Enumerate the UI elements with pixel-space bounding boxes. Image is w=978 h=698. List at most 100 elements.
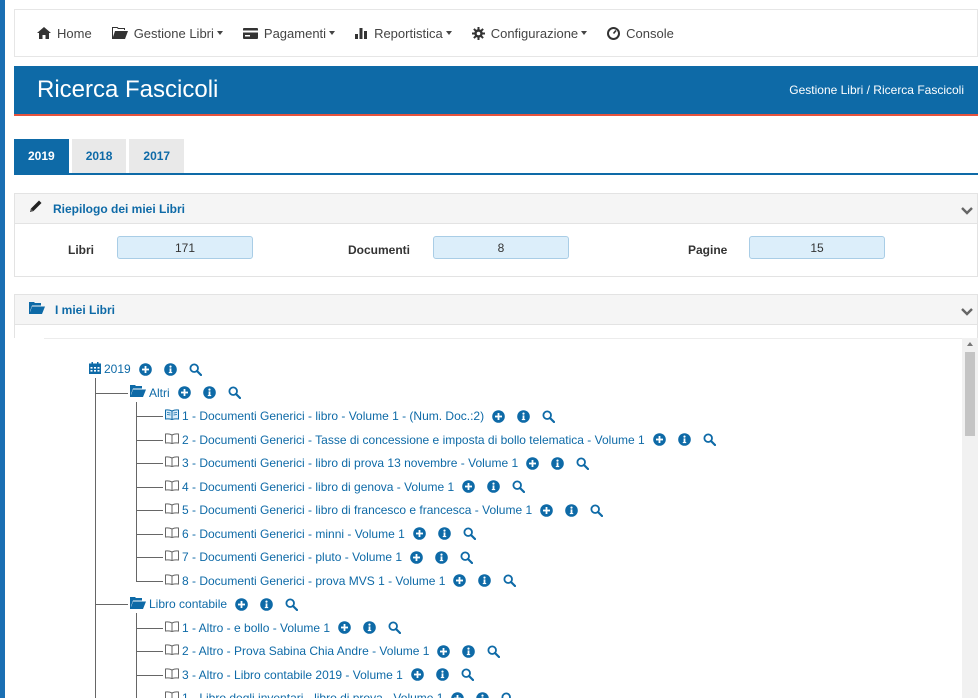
page: Home Gestione Libri Pagamenti Reportisti… [14,0,978,698]
plus-circle-icon[interactable] [540,503,553,517]
tree-node-label: 4 - Documenti Generici - libro di genova… [182,479,455,494]
tree-scrollbar[interactable] [962,338,978,698]
tree-item[interactable]: 1 - Libro degli inventari - libro di pro… [165,689,526,698]
search-icon[interactable] [503,574,517,587]
search-icon[interactable] [512,480,526,493]
books-panel-title: I miei Libri [55,302,116,317]
info-circle-icon[interactable] [260,597,273,611]
plus-circle-icon[interactable] [451,691,465,698]
info-circle-icon[interactable] [478,574,492,587]
search-icon[interactable] [189,362,202,376]
plus-circle-icon[interactable] [410,550,423,564]
tree-connector [136,613,137,698]
nav-reportistica[interactable]: Reportistica [355,26,452,41]
plus-circle-icon[interactable] [410,668,424,681]
info-circle-icon[interactable] [462,644,476,658]
nav-console[interactable]: Console [607,26,674,41]
info-circle-icon[interactable] [363,621,376,634]
tree-item[interactable]: 7 - Documenti Generici - pluto - Volume … [165,548,485,566]
plus-circle-icon[interactable] [138,362,152,376]
tree-connector [136,416,163,417]
summary-panel-title: Riepilogo dei miei Libri [53,201,186,216]
info-circle-icon[interactable] [476,691,490,698]
tree-item[interactable]: 3 - Documenti Generici - libro di prova … [165,454,601,472]
tree-item[interactable]: 1 - Altro - e bollo - Volume 1 [165,619,413,637]
scrollbar-thumb[interactable] [965,352,975,436]
search-icon[interactable] [228,386,241,399]
plus-circle-icon[interactable] [235,597,248,611]
search-icon[interactable] [576,456,590,470]
info-circle-icon[interactable] [202,386,216,399]
chevron-down-icon[interactable] [961,303,973,321]
tree-item[interactable]: 1 - Documenti Generici - libro - Volume … [165,407,567,425]
plus-circle-icon[interactable] [453,574,467,587]
tab-2018[interactable]: 2018 [71,139,127,173]
breadcrumb[interactable]: Gestione Libri / Ricerca Fascicoli [789,83,964,97]
chevron-down-icon[interactable] [961,202,973,220]
nav-label: Reportistica [374,25,443,41]
tree-item[interactable]: 5 - Documenti Generici - libro di france… [165,501,615,519]
tree-node-actions [652,433,728,446]
tree-connector [136,651,163,652]
nav-gestione-libri[interactable]: Gestione Libri [111,26,223,41]
plus-circle-icon[interactable] [492,409,505,423]
info-circle-icon[interactable] [517,409,530,423]
plus-circle-icon[interactable] [462,480,475,493]
plus-circle-icon[interactable] [437,644,451,658]
search-icon[interactable] [460,550,474,564]
tree-connector [136,463,163,464]
nav-home[interactable]: Home [37,26,92,41]
tree-item[interactable]: 4 - Documenti Generici - libro di genova… [165,478,537,496]
tree-node-actions [338,621,413,634]
tree-node-label: 2 - Documenti Generici - Tasse di conces… [182,432,645,447]
tree-item[interactable]: 3 - Altro - Libro contabile 2019 - Volum… [165,666,486,684]
info-circle-icon[interactable] [437,527,451,540]
info-circle-icon[interactable] [163,362,177,376]
info-circle-icon[interactable] [435,550,448,564]
info-circle-icon[interactable] [435,668,449,681]
tree-item[interactable]: 2 - Altro - Prova Sabina Chia Andre - Vo… [165,642,512,660]
nav-pagamenti[interactable]: Pagamenti [242,26,336,41]
plus-circle-icon[interactable] [652,433,666,446]
tree-node-actions [177,386,253,399]
tab-2019[interactable]: 2019 [14,139,69,173]
book-icon [165,573,179,588]
tree-folder[interactable]: Altri [130,384,253,402]
search-icon[interactable] [542,409,556,423]
nav-configurazione[interactable]: Configurazione [471,26,588,41]
info-circle-icon[interactable] [677,433,691,446]
tree-node-label: 6 - Documenti Generici - minni - Volume … [182,526,405,541]
tree-connector [95,378,96,698]
search-icon[interactable] [388,621,402,634]
info-circle-icon[interactable] [565,503,578,517]
search-icon[interactable] [461,668,474,681]
info-circle-icon[interactable] [487,480,500,493]
search-icon[interactable] [703,433,716,446]
tree-root-2019[interactable]: 2019 [89,360,214,378]
search-icon[interactable] [501,692,514,698]
plus-circle-icon[interactable] [338,621,351,634]
tree-folder[interactable]: Libro contabile [130,595,310,613]
book-icon [165,526,179,541]
plus-circle-icon[interactable] [526,456,539,470]
search-icon[interactable] [590,503,604,517]
tree-connector [136,557,163,558]
tree-node-actions [235,597,310,611]
tree-node-actions [540,503,615,517]
tree-node-label: 3 - Documenti Generici - libro di prova … [182,456,519,470]
tree-item[interactable]: 6 - Documenti Generici - minni - Volume … [165,525,488,543]
info-circle-icon[interactable] [551,456,564,470]
plus-circle-icon[interactable] [412,527,426,540]
search-icon[interactable] [463,527,476,540]
tree-item[interactable]: 8 - Documenti Generici - prova MVS 1 - V… [165,572,528,590]
scroll-up-arrow-icon[interactable] [967,342,973,346]
tab-2017[interactable]: 2017 [129,139,185,173]
search-icon[interactable] [487,644,501,658]
books-panel-header[interactable]: I miei Libri [15,295,977,325]
plus-circle-icon[interactable] [177,386,191,399]
search-icon[interactable] [285,597,299,611]
book-open-icon [165,409,179,423]
tree-node-actions [526,456,601,470]
summary-panel-header[interactable]: Riepilogo dei miei Libri [15,194,977,224]
tree-item[interactable]: 2 - Documenti Generici - Tasse di conces… [165,431,728,449]
